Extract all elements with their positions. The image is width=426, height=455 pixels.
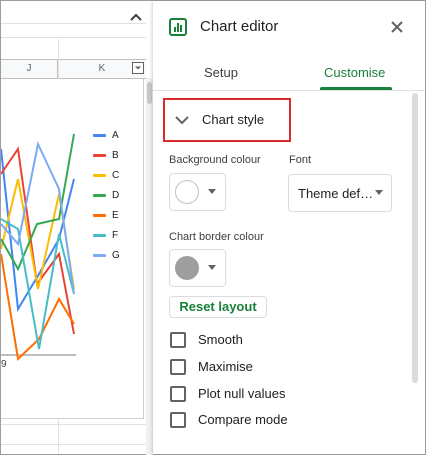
legend-swatch xyxy=(93,174,106,177)
maximise-checkbox[interactable] xyxy=(170,359,186,375)
close-icon[interactable] xyxy=(390,20,404,34)
sheet-scrollbar[interactable] xyxy=(146,78,153,455)
smooth-checkbox-row[interactable]: Smooth xyxy=(170,331,370,349)
legend-swatch xyxy=(93,234,106,237)
dropdown-arrow-icon xyxy=(208,189,216,194)
panel-header: Chart editor xyxy=(153,1,425,53)
tab-setup[interactable]: Setup xyxy=(204,65,238,81)
legend-label: C xyxy=(112,170,120,181)
legend-item-g: G xyxy=(93,249,133,263)
chart-editor-panel: Chart editor Setup Customise Chart style… xyxy=(153,1,425,454)
panel-scrollbar[interactable] xyxy=(412,93,418,453)
font-select[interactable]: Theme def… xyxy=(288,174,392,212)
legend-swatch xyxy=(93,194,106,197)
sheet-scrollbar-thumb[interactable] xyxy=(147,82,152,104)
reset-layout-button[interactable]: Reset layout xyxy=(169,296,267,318)
tab-customise[interactable]: Customise xyxy=(324,65,385,81)
legend-label: B xyxy=(112,150,119,161)
grid-line xyxy=(1,23,146,24)
compare-mode-checkbox-row[interactable]: Compare mode xyxy=(170,411,370,429)
dropdown-arrow-icon xyxy=(208,265,216,270)
legend-item-c: C xyxy=(93,169,133,183)
sheet-toolbar xyxy=(1,1,146,38)
legend-swatch xyxy=(93,214,106,217)
plot-null-values-label: Plot null values xyxy=(198,386,286,401)
legend-label: F xyxy=(112,230,119,241)
legend-item-f: F xyxy=(93,229,133,243)
background-colour-swatch xyxy=(175,180,199,204)
legend-swatch xyxy=(93,134,106,137)
column-header-j[interactable]: J xyxy=(1,60,58,78)
legend-label: D xyxy=(112,190,120,201)
panel-scrollbar-thumb[interactable] xyxy=(412,93,418,383)
legend-label: G xyxy=(112,250,120,261)
legend-label: E xyxy=(112,210,119,221)
panel-title: Chart editor xyxy=(200,18,279,35)
legend-label: A xyxy=(112,130,119,141)
legend-item-d: D xyxy=(93,189,133,203)
font-select-value: Theme def… xyxy=(298,186,374,201)
smooth-label: Smooth xyxy=(198,332,243,347)
border-colour-swatch xyxy=(175,256,199,280)
legend-swatch xyxy=(93,254,106,257)
dropdown-arrow-icon xyxy=(375,190,383,195)
compare-mode-checkbox[interactable] xyxy=(170,412,186,428)
plot-null-values-checkbox-row[interactable]: Plot null values xyxy=(170,385,370,403)
legend-item-a: A xyxy=(93,129,133,143)
spreadsheet-area[interactable]: J K ABCDEFG 9 xyxy=(1,1,146,454)
maximise-label: Maximise xyxy=(198,359,253,374)
legend-item-e: E xyxy=(93,209,133,223)
border-colour-picker[interactable] xyxy=(169,249,226,287)
line-chart xyxy=(1,133,76,362)
compare-mode-label: Compare mode xyxy=(198,412,288,427)
x-axis-tick-label: 9 xyxy=(1,359,7,370)
background-colour-picker[interactable] xyxy=(169,173,226,211)
plot-null-values-checkbox[interactable] xyxy=(170,386,186,402)
background-colour-label: Background colour xyxy=(169,154,261,166)
chart-style-section-header[interactable]: Chart style xyxy=(163,98,291,142)
column-dropdown-icon[interactable] xyxy=(132,62,144,74)
column-header-row: J K xyxy=(1,59,146,79)
chevron-down-icon xyxy=(175,116,189,125)
border-colour-label: Chart border colour xyxy=(169,231,264,243)
active-tab-indicator xyxy=(320,87,392,90)
smooth-checkbox[interactable] xyxy=(170,332,186,348)
section-title: Chart style xyxy=(202,112,265,127)
legend-swatch xyxy=(93,154,106,157)
tab-bar: Setup Customise xyxy=(153,53,425,91)
chart-icon xyxy=(169,18,187,36)
grid-line xyxy=(1,424,146,425)
legend-item-b: B xyxy=(93,149,133,163)
chart-canvas[interactable]: ABCDEFG 9 xyxy=(1,79,144,419)
font-label: Font xyxy=(289,154,312,166)
grid-line xyxy=(1,444,146,445)
maximise-checkbox-row[interactable]: Maximise xyxy=(170,358,370,376)
